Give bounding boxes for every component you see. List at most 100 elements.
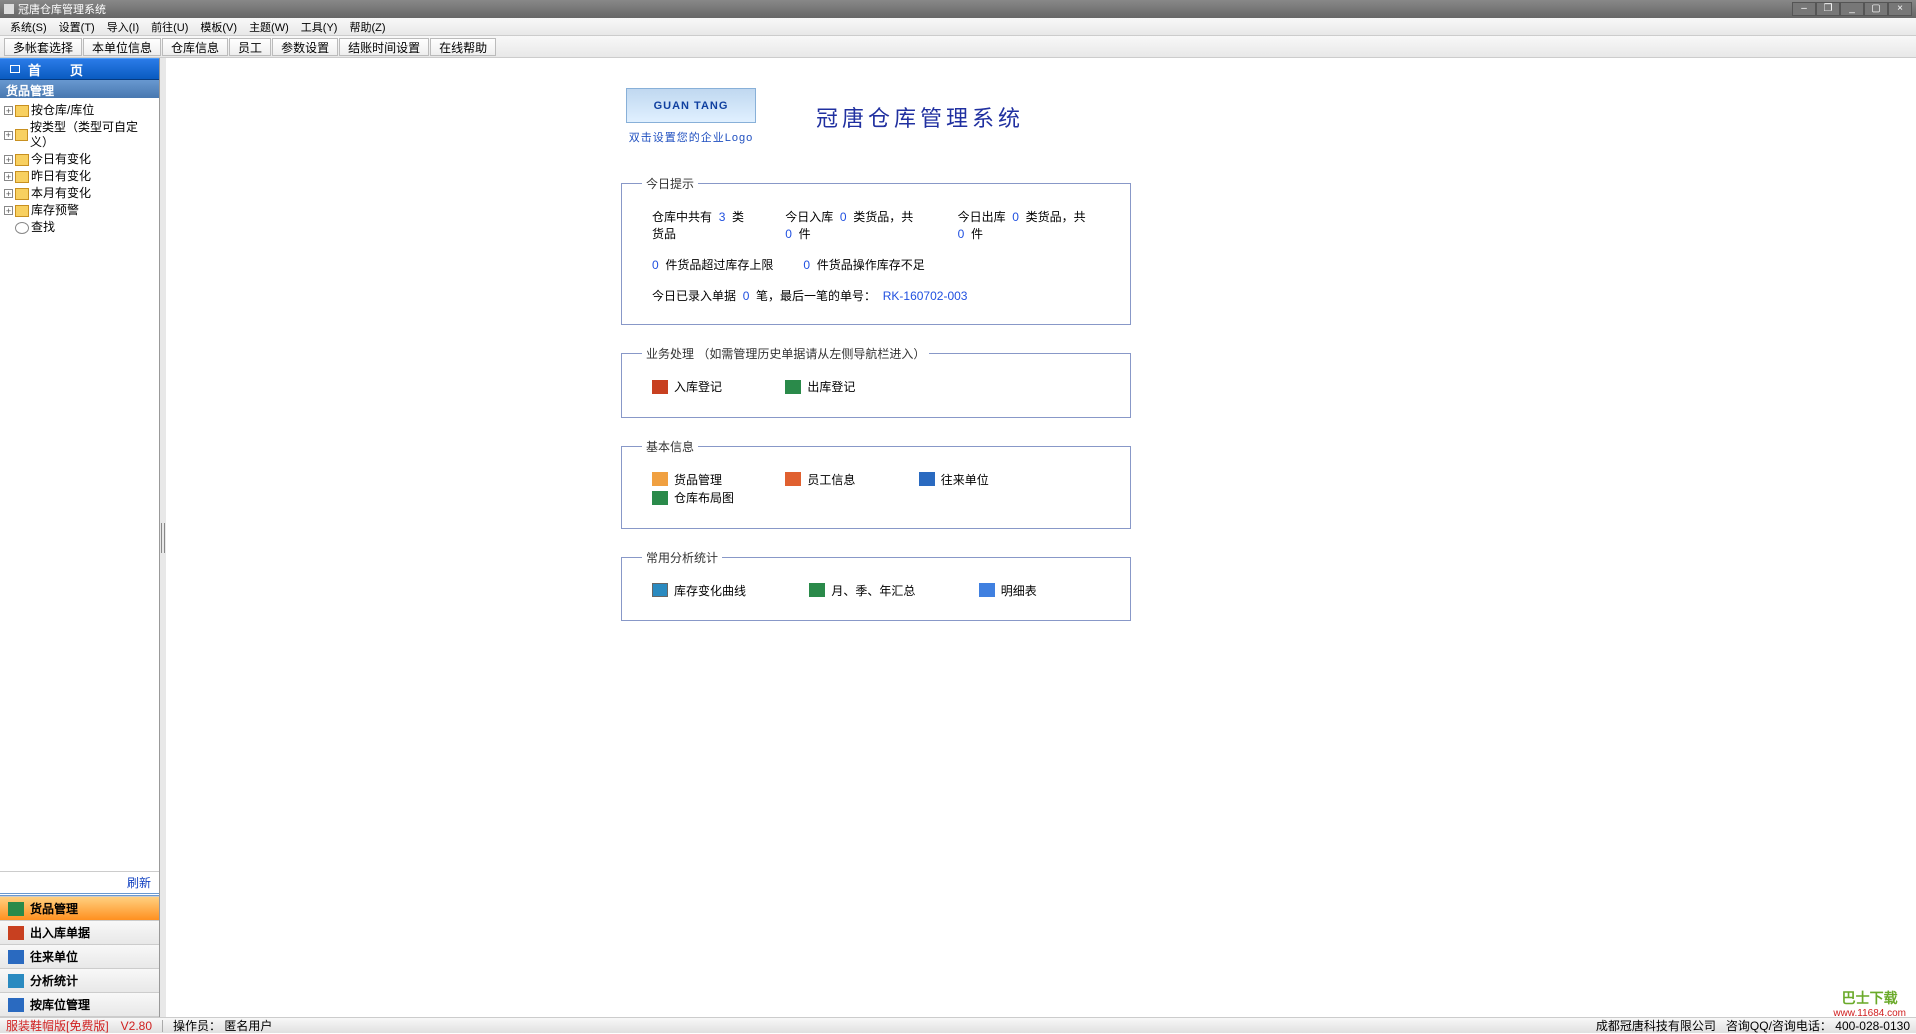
tree-item-today-change[interactable]: +今日有变化 — [2, 151, 157, 168]
tree-item-by-type[interactable]: +按类型（类型可自定义） — [2, 119, 157, 151]
toolbar-settle-time[interactable]: 结账时间设置 — [339, 38, 429, 56]
restore-button[interactable]: ❐ — [1816, 2, 1840, 16]
stock-out-icon — [785, 380, 801, 394]
system-title: 冠唐仓库管理系统 — [816, 101, 1024, 133]
menu-help[interactable]: 帮助(Z) — [343, 17, 391, 37]
content-area: GUAN TANG 双击设置您的企业Logo 冠唐仓库管理系统 今日提示 仓库中… — [166, 58, 1916, 1017]
fieldset-basic-info: 基本信息 货品管理 员工信息 往来单位 仓库布局图 — [621, 438, 1131, 529]
expand-icon[interactable]: + — [4, 189, 13, 198]
minimize-button-2[interactable]: _ — [1840, 2, 1864, 16]
tip-text: 今日出库 — [958, 210, 1006, 224]
minimize-button[interactable]: – — [1792, 2, 1816, 16]
nav-group-goods[interactable]: 货品管理 — [0, 897, 159, 921]
tree-item-search[interactable]: 查找 — [2, 219, 157, 236]
watermark-url: www.11684.com — [1833, 1008, 1906, 1019]
status-contact: 400-028-0130 — [1835, 1019, 1910, 1033]
biz-label: 员工信息 — [807, 471, 855, 488]
toolbar: 多帐套选择 本单位信息 仓库信息 员工 参数设置 结账时间设置 在线帮助 — [0, 36, 1916, 58]
tree-item-month-change[interactable]: +本月有变化 — [2, 185, 157, 202]
tree-item-stock-alert[interactable]: + 库存预警 — [2, 202, 157, 219]
detail-table-icon — [979, 583, 995, 597]
biz-label: 明细表 — [1001, 582, 1037, 599]
summary-icon — [809, 583, 825, 597]
menu-import[interactable]: 导入(I) — [101, 17, 145, 37]
nav-group-label: 货品管理 — [30, 900, 78, 917]
tip-text: 笔，最后一笔的单号： — [756, 289, 876, 303]
biz-label: 库存变化曲线 — [674, 582, 746, 599]
menu-tools[interactable]: 工具(Y) — [295, 17, 344, 37]
tip-text: 件 — [799, 227, 811, 241]
tip-value-in-types: 0 — [840, 210, 847, 224]
toolbar-params[interactable]: 参数设置 — [272, 38, 338, 56]
menu-template[interactable]: 模板(V) — [194, 17, 243, 37]
tip-text: 类货品，共 — [853, 210, 913, 224]
maximize-button[interactable]: ▢ — [1864, 2, 1888, 16]
tree-label: 按仓库/库位 — [31, 103, 94, 118]
fieldset-business: 业务处理 （如需管理历史单据请从左侧导航栏进入） 入库登记 出库登记 — [621, 345, 1131, 418]
tree-item-by-warehouse[interactable]: + 按仓库/库位 — [2, 102, 157, 119]
window-titlebar: 冠唐仓库管理系统 – ❐ _ ▢ × — [0, 0, 1916, 18]
logo-image: GUAN TANG — [626, 88, 756, 123]
logo-box[interactable]: GUAN TANG 双击设置您的企业Logo — [626, 88, 756, 145]
nav-group-stock-orders[interactable]: 出入库单据 — [0, 921, 159, 945]
menu-settings[interactable]: 设置(T) — [53, 17, 101, 37]
nav-group-stats[interactable]: 分析统计 — [0, 969, 159, 993]
nav-group-by-location[interactable]: 按库位管理 — [0, 993, 159, 1017]
toolbar-account-select[interactable]: 多帐套选择 — [4, 38, 82, 56]
refresh-link[interactable]: 刷新 — [0, 872, 159, 896]
btn-detail-table[interactable]: 明细表 — [979, 582, 1037, 599]
partner-units-icon — [919, 472, 935, 486]
biz-label: 仓库布局图 — [674, 489, 734, 506]
close-button[interactable]: × — [1888, 2, 1912, 16]
nav-group-partners[interactable]: 往来单位 — [0, 945, 159, 969]
btn-goods-manage[interactable]: 货品管理 — [652, 471, 722, 488]
btn-stock-in[interactable]: 入库登记 — [652, 378, 722, 395]
btn-partner-units[interactable]: 往来单位 — [919, 471, 989, 488]
statusbar: 服装鞋帽版[免费版] V2.80 操作员： 匿名用户 成都冠唐科技有限公司 咨询… — [0, 1017, 1916, 1033]
staff-icon — [785, 472, 801, 486]
tip-text: 件货品超过库存上限 — [665, 258, 773, 272]
nav-group-label: 分析统计 — [30, 972, 78, 989]
menu-theme[interactable]: 主题(W) — [243, 17, 295, 37]
tip-value-out-count: 0 — [958, 227, 965, 241]
toolbar-unit-info[interactable]: 本单位信息 — [83, 38, 161, 56]
tree-label: 库存预警 — [31, 203, 79, 218]
folder-icon — [15, 205, 29, 217]
tip-text: 类货品，共 — [1026, 210, 1086, 224]
expand-icon[interactable]: + — [4, 155, 13, 164]
expand-blank — [4, 223, 13, 232]
toolbar-staff[interactable]: 员工 — [229, 38, 271, 56]
stock-icon — [8, 926, 24, 940]
home-tab-label: 首 页 — [28, 60, 91, 79]
tip-text: 件 — [971, 227, 983, 241]
tree-label: 昨日有变化 — [31, 169, 91, 184]
menu-system[interactable]: 系统(S) — [4, 17, 53, 37]
tree-item-yesterday-change[interactable]: + 昨日有变化 — [2, 168, 157, 185]
expand-icon[interactable]: + — [4, 172, 13, 181]
tip-last-order-number[interactable]: RK-160702-003 — [883, 289, 968, 303]
toolbar-warehouse-info[interactable]: 仓库信息 — [162, 38, 228, 56]
btn-staff-info[interactable]: 员工信息 — [785, 471, 855, 488]
btn-stock-out[interactable]: 出库登记 — [785, 378, 855, 395]
menu-goto[interactable]: 前往(U) — [145, 17, 194, 37]
folder-icon — [15, 171, 29, 183]
menubar: 系统(S) 设置(T) 导入(I) 前往(U) 模板(V) 主题(W) 工具(Y… — [0, 18, 1916, 36]
btn-period-summary[interactable]: 月、季、年汇总 — [809, 582, 915, 599]
btn-stock-curve[interactable]: 库存变化曲线 — [652, 582, 746, 599]
legend-basic-info: 基本信息 — [642, 438, 698, 455]
folder-icon — [15, 129, 28, 141]
toolbar-online-help[interactable]: 在线帮助 — [430, 38, 496, 56]
biz-label: 出库登记 — [807, 378, 855, 395]
expand-icon[interactable]: + — [4, 206, 13, 215]
folder-icon — [15, 105, 29, 117]
tab-home[interactable]: 首 页 — [0, 58, 159, 80]
legend-business: 业务处理 （如需管理历史单据请从左侧导航栏进入） — [642, 345, 929, 362]
nav-header-goods: 货品管理 — [0, 80, 159, 98]
nav-tree: + 按仓库/库位 +按类型（类型可自定义） +今日有变化 + 昨日有变化 +本月有变… — [0, 98, 159, 872]
expand-icon[interactable]: + — [4, 131, 13, 140]
biz-label: 月、季、年汇总 — [831, 582, 915, 599]
expand-icon[interactable]: + — [4, 106, 13, 115]
window-title: 冠唐仓库管理系统 — [18, 1, 106, 17]
goods-manage-icon — [652, 472, 668, 486]
btn-warehouse-layout[interactable]: 仓库布局图 — [652, 489, 734, 506]
